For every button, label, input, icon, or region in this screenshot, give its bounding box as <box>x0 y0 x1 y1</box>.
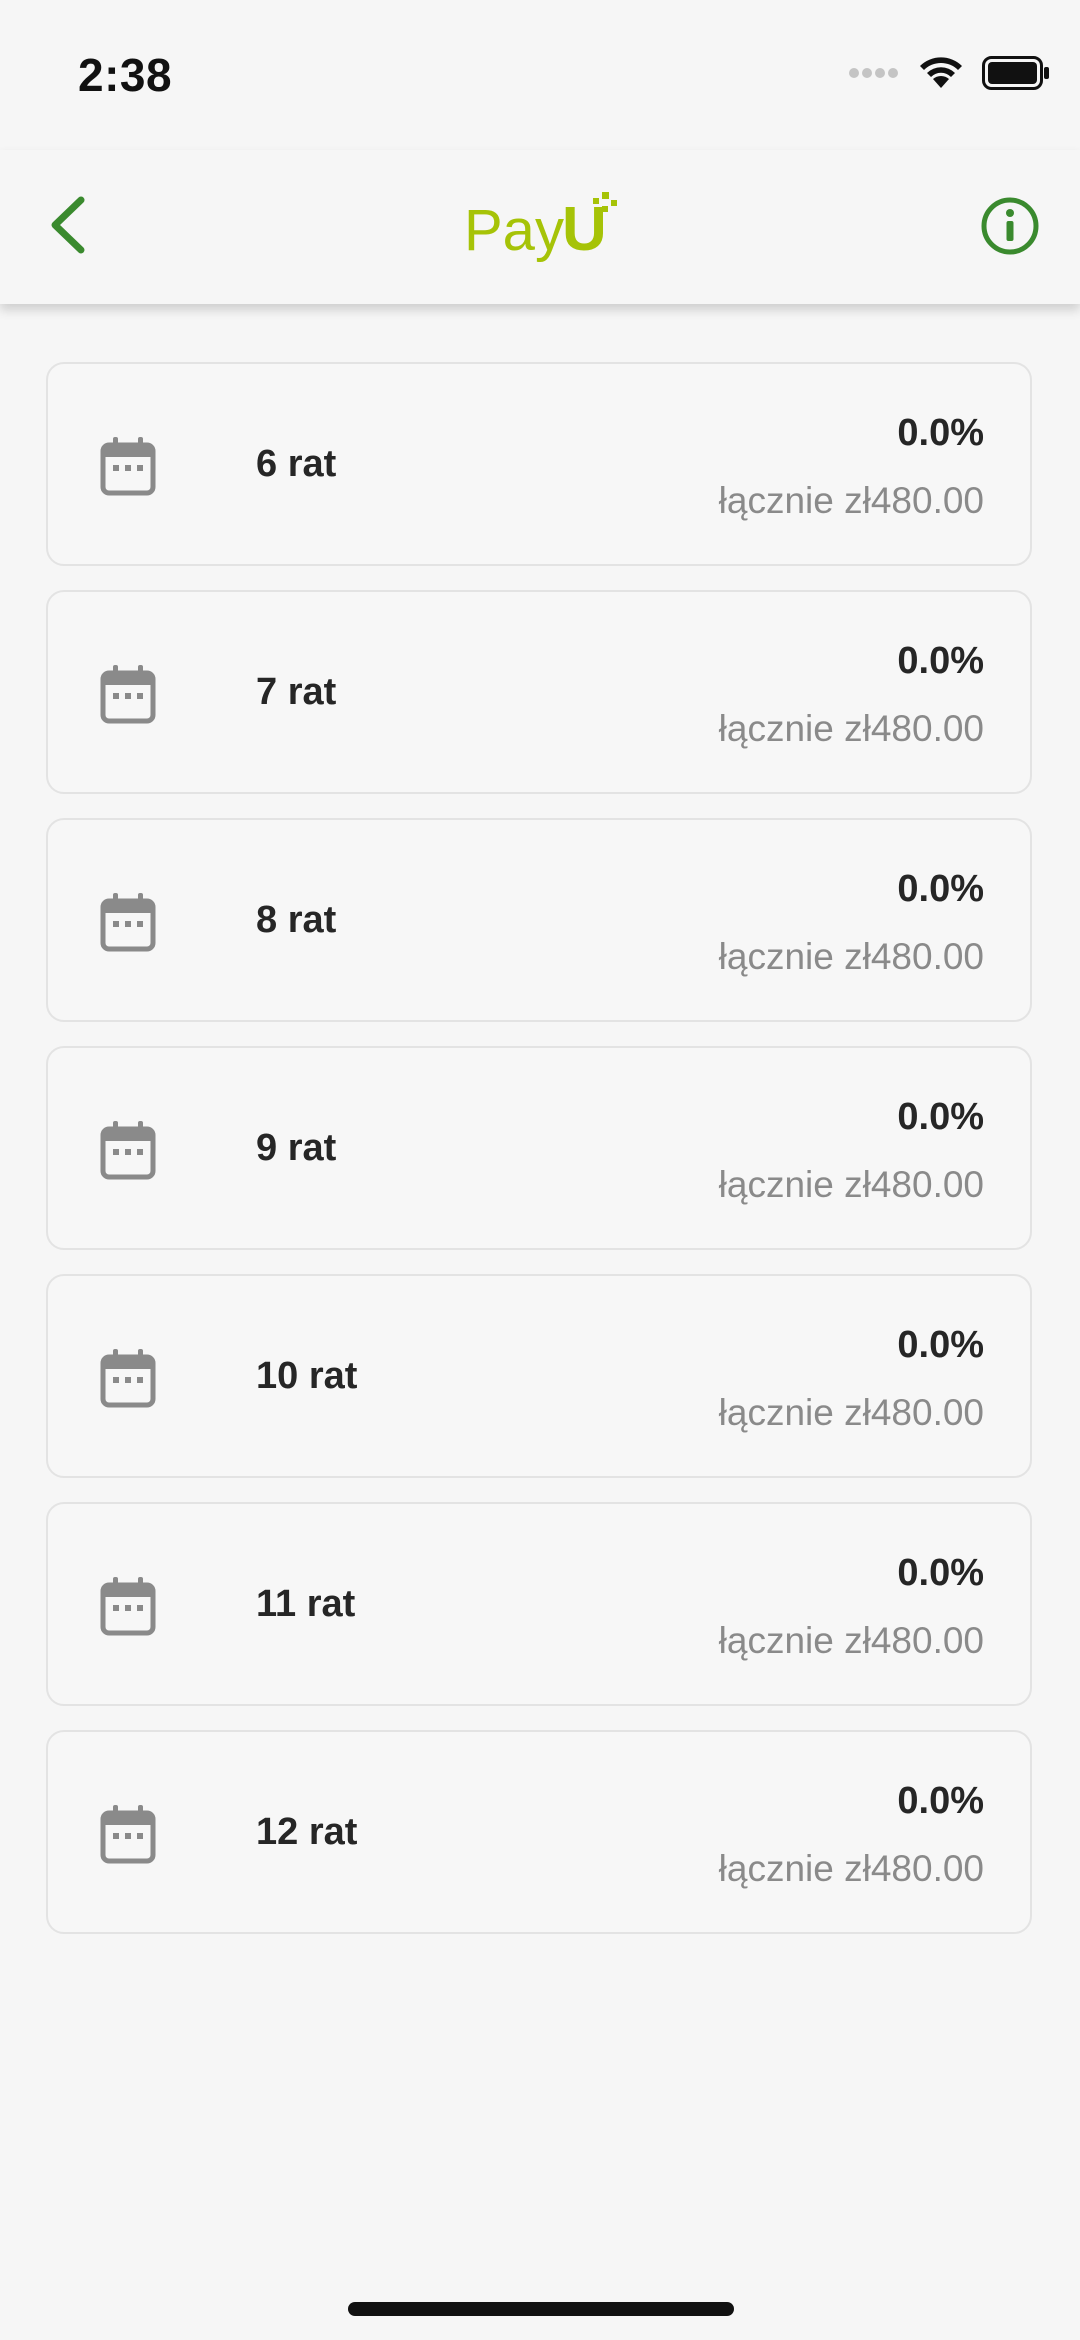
cellular-icon <box>848 65 900 86</box>
interest-rate: 0.0% <box>897 1096 984 1138</box>
calendar-icon <box>100 664 156 724</box>
installment-count: 11 rat <box>256 1583 356 1625</box>
interest-rate: 0.0% <box>897 1324 984 1366</box>
calendar-icon <box>100 1804 156 1864</box>
wifi-icon <box>918 56 964 95</box>
interest-rate: 0.0% <box>897 1780 984 1822</box>
total-amount: łącznie zł480.00 <box>718 1164 984 1205</box>
back-button[interactable] <box>32 192 102 262</box>
installment-option[interactable]: 6 rat 0.0% łącznie zł480.00 <box>46 362 1032 566</box>
interest-rate: 0.0% <box>897 1552 984 1594</box>
info-icon <box>980 196 1040 261</box>
total-amount: łącznie zł480.00 <box>718 1392 984 1433</box>
total-amount: łącznie zł480.00 <box>718 936 984 977</box>
installment-count: 7 rat <box>256 671 337 713</box>
interest-rate: 0.0% <box>897 412 984 454</box>
installment-option[interactable]: 11 rat 0.0% łącznie zł480.00 <box>46 1502 1032 1706</box>
status-bar: 2:38 <box>0 0 1080 150</box>
total-amount: łącznie zł480.00 <box>718 708 984 749</box>
interest-rate: 0.0% <box>897 868 984 910</box>
total-amount: łącznie zł480.00 <box>718 1848 984 1889</box>
installment-count: 10 rat <box>256 1355 358 1397</box>
chevron-left-icon <box>45 194 89 261</box>
status-icons <box>848 56 1050 95</box>
svg-text:Pay: Pay <box>464 198 564 263</box>
installment-count: 6 rat <box>256 443 337 485</box>
installment-count: 8 rat <box>256 899 337 941</box>
status-time: 2:38 <box>78 49 173 101</box>
home-indicator[interactable] <box>348 2302 734 2316</box>
svg-text:U: U <box>562 195 607 264</box>
installment-option[interactable]: 12 rat 0.0% łącznie zł480.00 <box>46 1730 1032 1934</box>
installment-count: 9 rat <box>256 1127 337 1169</box>
total-amount: łącznie zł480.00 <box>718 1620 984 1661</box>
calendar-icon <box>100 1576 156 1636</box>
nav-header: Pay U <box>0 150 1080 304</box>
installment-option[interactable]: 9 rat 0.0% łącznie zł480.00 <box>46 1046 1032 1250</box>
calendar-icon <box>100 436 156 496</box>
calendar-icon <box>100 1348 156 1408</box>
interest-rate: 0.0% <box>897 640 984 682</box>
payu-logo: Pay U <box>462 182 622 266</box>
calendar-icon <box>100 892 156 952</box>
installment-count: 12 rat <box>256 1811 358 1853</box>
installment-option[interactable]: 8 rat 0.0% łącznie zł480.00 <box>46 818 1032 1022</box>
calendar-icon <box>100 1120 156 1180</box>
total-amount: łącznie zł480.00 <box>718 480 984 521</box>
installment-option[interactable]: 10 rat 0.0% łącznie zł480.00 <box>46 1274 1032 1478</box>
battery-icon <box>982 56 1050 95</box>
installment-list: 6 rat 0.0% łącznie zł480.00 7 rat 0.0% ł… <box>46 362 1034 1958</box>
installment-option[interactable]: 7 rat 0.0% łącznie zł480.00 <box>46 590 1032 794</box>
info-button[interactable] <box>974 192 1046 264</box>
